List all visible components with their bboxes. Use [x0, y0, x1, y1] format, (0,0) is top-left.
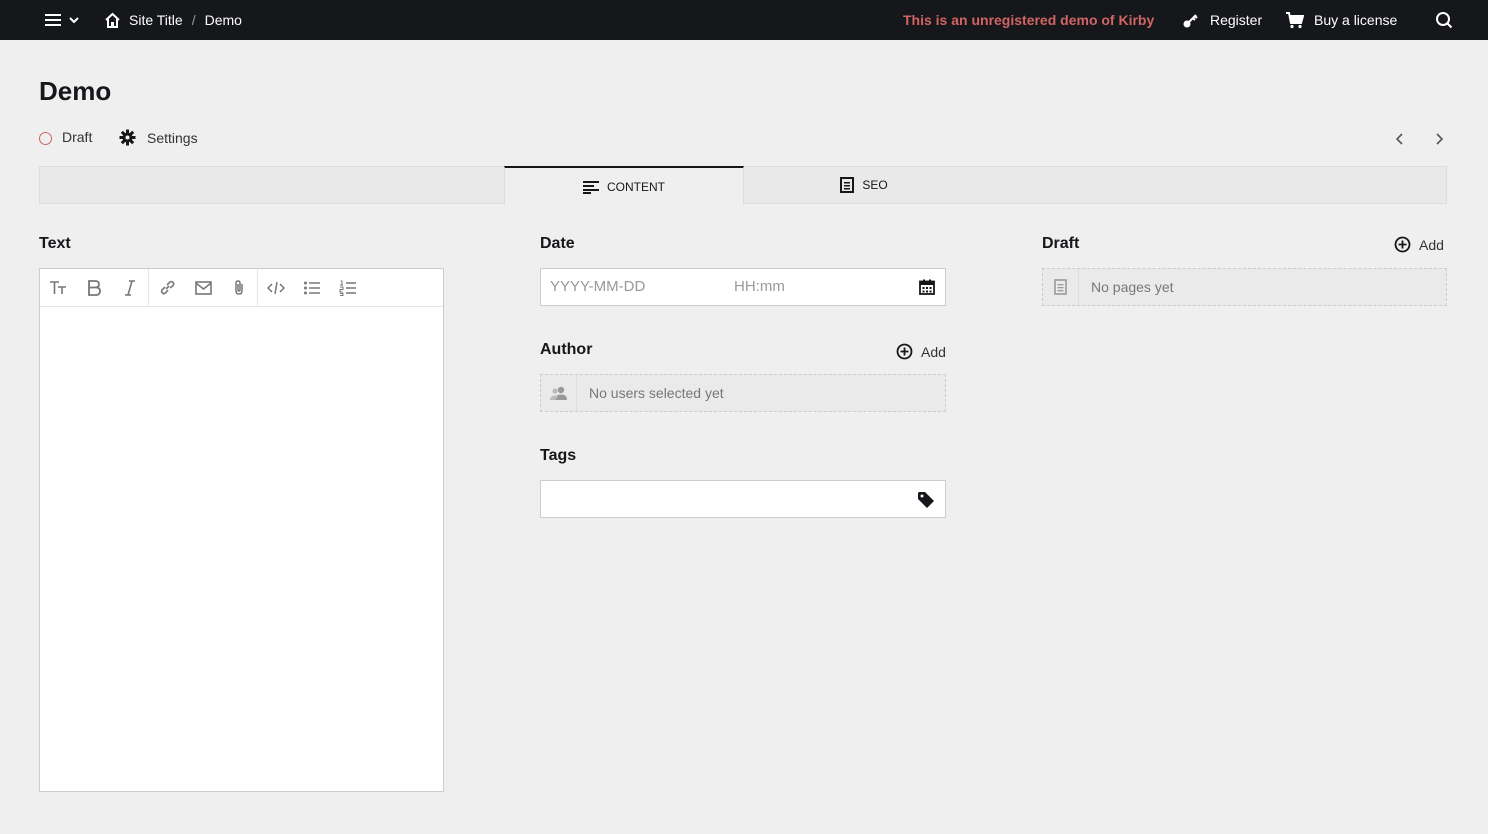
- hamburger-icon: [45, 14, 61, 26]
- tab-seo[interactable]: SEO: [744, 166, 984, 204]
- text-input[interactable]: [40, 307, 443, 791]
- status-label: Draft: [62, 129, 93, 145]
- breadcrumb-site[interactable]: Site Title: [104, 12, 183, 29]
- date-placeholder[interactable]: YYYY-MM-DD: [550, 278, 645, 295]
- settings-button[interactable]: Settings: [119, 129, 198, 146]
- add-draft-button[interactable]: Add: [1394, 236, 1444, 253]
- chevron-down-icon: [69, 17, 79, 24]
- code-icon: [267, 281, 285, 294]
- register-label: Register: [1210, 12, 1263, 28]
- settings-label: Settings: [147, 129, 198, 146]
- toolbar-group-format: [40, 268, 149, 307]
- key-icon: [1183, 13, 1198, 27]
- menu-button[interactable]: [44, 11, 80, 29]
- bold-icon: [88, 279, 101, 296]
- email-button[interactable]: [185, 269, 221, 307]
- date-field-label: Date: [540, 235, 575, 252]
- toolbar-group-insert: [149, 268, 258, 307]
- author-empty-state[interactable]: No users selected yet: [540, 374, 946, 412]
- author-empty-text: No users selected yet: [589, 385, 724, 401]
- draft-status-icon: [39, 131, 52, 145]
- bullet-list-icon: [304, 281, 320, 294]
- search-button[interactable]: [1435, 11, 1453, 32]
- users-icon: [550, 386, 567, 400]
- gear-icon: [119, 129, 136, 146]
- bold-button[interactable]: [76, 269, 112, 307]
- toolbar-group-blocks: [258, 269, 366, 307]
- add-draft-label: Add: [1419, 236, 1444, 253]
- prev-page-button[interactable]: [1393, 131, 1407, 150]
- link-icon: [160, 280, 174, 295]
- headline-button[interactable]: [40, 269, 76, 307]
- tags-field-label: Tags: [540, 447, 577, 464]
- breadcrumb-separator: /: [191, 12, 196, 28]
- tags-input[interactable]: [540, 480, 946, 518]
- attachment-icon: [235, 280, 243, 295]
- status-button[interactable]: Draft: [39, 129, 92, 145]
- tab-seo-label: SEO: [862, 178, 888, 192]
- register-button[interactable]: Register: [1182, 0, 1262, 40]
- cart-icon: [1286, 11, 1304, 28]
- text-editor: [39, 268, 444, 792]
- tab-content[interactable]: CONTENT: [504, 166, 744, 205]
- chevron-right-icon: [1436, 133, 1444, 145]
- italic-icon: [125, 279, 135, 296]
- author-field-label: Author: [540, 341, 593, 358]
- unregistered-notice[interactable]: This is an unregistered demo of Kirby: [903, 0, 1154, 40]
- email-icon: [194, 280, 212, 295]
- time-placeholder[interactable]: HH:mm: [734, 278, 785, 295]
- italic-button[interactable]: [112, 269, 148, 307]
- page-icon: [1054, 279, 1067, 295]
- file-button[interactable]: [221, 269, 257, 307]
- tab-bar: CONTENT SEO: [39, 166, 1447, 205]
- page-title: Demo: [39, 76, 112, 106]
- tag-icon-wrapper: [917, 491, 935, 512]
- chevron-left-icon: [1395, 133, 1403, 145]
- headline-icon: [50, 280, 66, 294]
- text-field-label: Text: [39, 235, 71, 252]
- add-circle-icon: [896, 343, 913, 360]
- add-author-button[interactable]: Add: [896, 343, 946, 360]
- text-toolbar: [40, 268, 443, 307]
- tag-icon: [918, 492, 934, 508]
- ordered-list-icon: [339, 280, 356, 296]
- buy-license-button[interactable]: Buy a license: [1286, 0, 1397, 40]
- breadcrumb: Site Title / Demo: [104, 0, 242, 40]
- ordered-list-button[interactable]: [330, 269, 366, 307]
- draft-section-label: Draft: [1042, 235, 1080, 252]
- buy-license-label: Buy a license: [1314, 12, 1398, 28]
- date-input[interactable]: YYYY-MM-DD HH:mm: [540, 268, 946, 306]
- add-author-label: Add: [921, 343, 946, 360]
- draft-empty-state[interactable]: No pages yet: [1042, 268, 1447, 306]
- add-circle-icon: [1394, 236, 1411, 253]
- page-icon: [840, 177, 855, 193]
- calendar-icon: [919, 279, 935, 295]
- search-icon: [1436, 12, 1453, 29]
- bullet-list-button[interactable]: [294, 269, 330, 307]
- breadcrumb-site-label: Site Title: [129, 12, 183, 28]
- draft-empty-text: No pages yet: [1091, 279, 1174, 295]
- users-icon-cell: [541, 375, 577, 411]
- calendar-button[interactable]: [919, 279, 935, 298]
- tab-content-label: CONTENT: [607, 179, 665, 194]
- link-button[interactable]: [149, 269, 185, 307]
- topbar: Site Title / Demo This is an unregistere…: [0, 0, 1488, 40]
- code-button[interactable]: [258, 269, 294, 307]
- home-icon: [105, 12, 120, 28]
- page-icon-cell: [1043, 269, 1079, 305]
- next-page-button[interactable]: [1432, 131, 1446, 150]
- text-lines-icon: [583, 180, 599, 194]
- breadcrumb-page[interactable]: Demo: [205, 12, 242, 28]
